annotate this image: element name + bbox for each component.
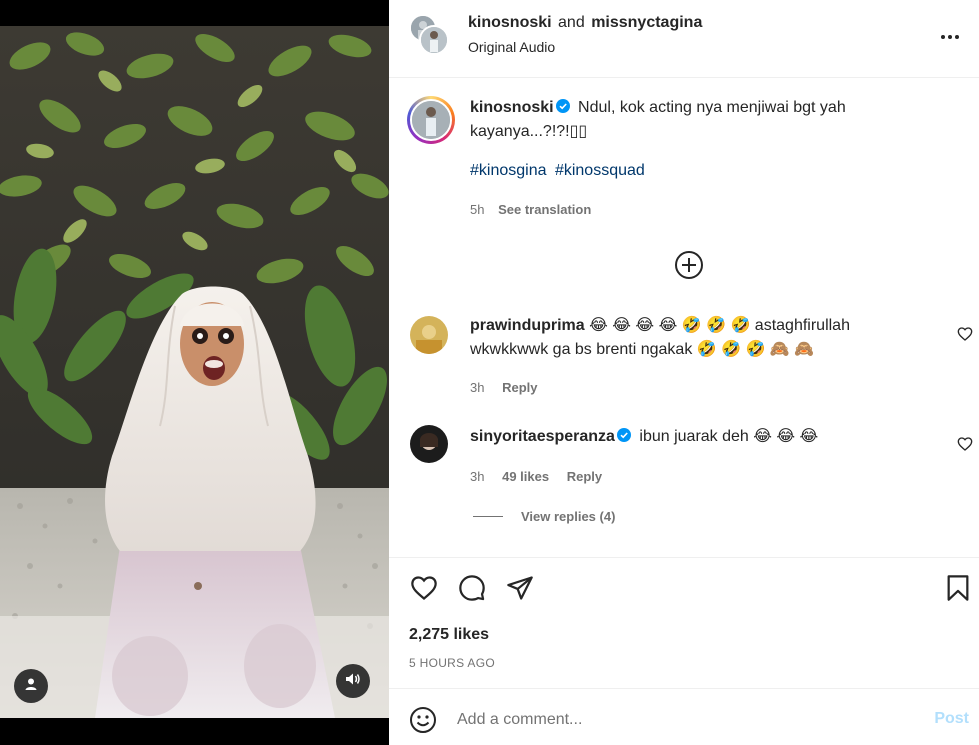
hashtag-link[interactable]: #kinosgina — [470, 162, 547, 179]
post-actions: 2,275 likes 5 HOURS AGO — [389, 557, 979, 688]
reply-button[interactable]: Reply — [567, 469, 602, 484]
load-more-comments-button[interactable] — [673, 249, 705, 281]
avatar[interactable] — [419, 25, 449, 55]
comment-time: 3h — [470, 380, 485, 395]
save-button[interactable] — [943, 574, 973, 607]
comment-body: sinyoritaesperanza ibun juarak deh 😂 😂 😂 — [470, 425, 930, 449]
video-frame[interactable] — [0, 26, 389, 718]
post-details-panel: kinosnoski and missnyctagina Original Au… — [389, 0, 979, 745]
comment-text: ibun juarak deh 😂 😂 😂 — [639, 428, 819, 445]
post-comment-button[interactable]: Post — [934, 710, 969, 728]
author-conjunction: and — [558, 14, 585, 31]
collab-avatars[interactable] — [409, 14, 451, 58]
comment-composer: Post — [389, 688, 979, 745]
author-username[interactable]: kinosnoski — [468, 14, 552, 31]
verified-badge-icon — [555, 99, 570, 113]
view-replies-button[interactable]: View replies (4) — [473, 509, 615, 524]
bookmark-icon — [945, 574, 971, 607]
comment-input[interactable] — [457, 707, 897, 733]
post-header: kinosnoski and missnyctagina Original Au… — [389, 0, 979, 78]
comment-username[interactable]: sinyoritaesperanza — [470, 428, 615, 445]
share-button[interactable] — [505, 575, 535, 605]
more-options-button[interactable] — [935, 24, 965, 48]
video-still-image — [0, 26, 389, 718]
comment-like-heart-icon[interactable] — [957, 436, 973, 452]
post-authors: kinosnoski and missnyctagina — [468, 14, 702, 32]
plus-circle-icon — [673, 251, 705, 285]
view-replies-label: View replies (4) — [521, 509, 616, 524]
more-horizontal-icon — [940, 27, 960, 45]
comment-likes-count[interactable]: 49 likes — [502, 469, 549, 484]
author-username[interactable]: missnyctagina — [591, 14, 702, 31]
audio-toggle-button[interactable] — [336, 664, 370, 698]
heart-icon — [410, 574, 438, 607]
caption-time: 5h — [470, 202, 485, 217]
comment-body: prawinduprima 😂 😂 😂 😂 🤣 🤣 🤣 astaghfirull… — [470, 314, 930, 362]
speaker-icon — [345, 672, 361, 691]
comment-button[interactable] — [457, 574, 487, 607]
comment-username[interactable]: prawinduprima — [470, 317, 585, 334]
verified-badge-icon — [616, 428, 631, 442]
see-translation-button[interactable]: See translation — [498, 202, 591, 217]
emoji-face-icon[interactable] — [409, 706, 437, 734]
post-timestamp: 5 HOURS AGO — [409, 656, 495, 670]
reply-button[interactable]: Reply — [502, 380, 537, 395]
tagged-users-button[interactable] — [14, 669, 48, 703]
hashtag-link[interactable]: #kinossquad — [555, 162, 645, 179]
comment-bubble-icon — [458, 574, 486, 607]
avatar[interactable] — [410, 425, 448, 463]
comment-like-heart-icon[interactable] — [957, 326, 973, 342]
reply-divider-line — [473, 516, 503, 517]
avatar[interactable] — [407, 96, 455, 144]
likes-count[interactable]: 2,275 likes — [409, 626, 489, 644]
like-button[interactable] — [409, 575, 439, 605]
comment-time: 3h — [470, 469, 485, 484]
avatar[interactable] — [410, 316, 448, 354]
user-tag-icon — [24, 677, 38, 696]
caption-hashtags: #kinosgina #kinossquad — [470, 162, 649, 180]
caption-meta: 5h See translation — [470, 202, 591, 217]
post-media[interactable] — [0, 0, 389, 745]
caption-text-block: kinosnoski Ndul, kok acting nya menjiwai… — [470, 96, 890, 144]
audio-link[interactable]: Original Audio — [468, 39, 555, 55]
comment-meta: 3h 49 likes Reply — [470, 469, 616, 484]
caption-username[interactable]: kinosnoski — [470, 99, 554, 116]
comment-meta: 3h Reply — [470, 380, 552, 395]
paper-plane-icon — [506, 574, 534, 607]
